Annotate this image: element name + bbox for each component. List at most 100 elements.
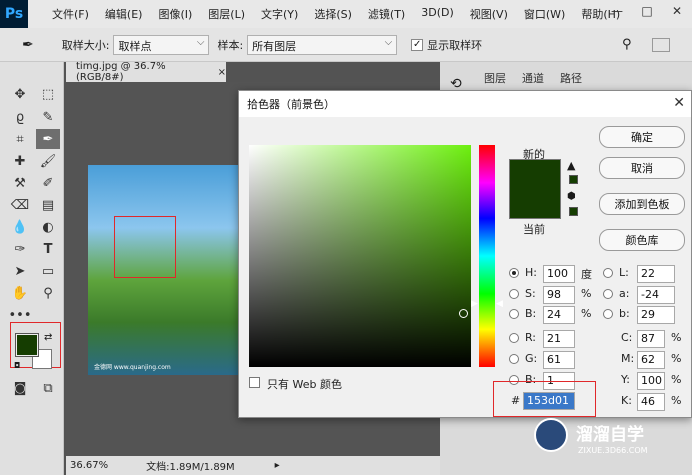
h-radio[interactable]: [509, 268, 519, 278]
zoom-level[interactable]: 36.67%: [70, 460, 108, 471]
ok-button[interactable]: 确定: [599, 126, 685, 148]
screen-mode-icon[interactable]: ⧉: [36, 378, 60, 398]
color-field[interactable]: [249, 145, 471, 367]
color-field-marker[interactable]: [459, 309, 468, 318]
web-safe-swatch[interactable]: [569, 207, 578, 216]
history-brush-tool-icon[interactable]: ✐: [36, 173, 60, 193]
c-input[interactable]: 87: [637, 330, 665, 348]
web-only-checkbox[interactable]: [249, 377, 260, 388]
gamut-swatch[interactable]: [569, 175, 578, 184]
menu-edit[interactable]: 编辑(E): [97, 6, 151, 22]
foreground-color-swatch[interactable]: [15, 333, 39, 357]
y-input[interactable]: 100: [637, 372, 665, 390]
l-label: L:: [619, 266, 629, 279]
menu-3d[interactable]: 3D(D): [413, 6, 462, 22]
b-radio[interactable]: [509, 309, 519, 319]
dodge-tool-icon[interactable]: ◐: [36, 217, 60, 237]
lab-b-radio[interactable]: [603, 309, 613, 319]
search-icon[interactable]: ⚲: [622, 37, 632, 52]
s-input[interactable]: 98: [543, 286, 575, 304]
current-color-swatch[interactable]: [509, 197, 561, 219]
zoom-tool-icon[interactable]: ⚲: [36, 283, 60, 303]
window-controls: — □ ✕: [602, 0, 692, 22]
a-input[interactable]: -24: [637, 286, 675, 304]
m-unit: %: [671, 352, 682, 365]
maximize-button[interactable]: □: [632, 0, 662, 22]
r-radio[interactable]: [509, 333, 519, 343]
h-unit: 度: [581, 268, 592, 281]
marquee-tool-icon[interactable]: ⬚: [36, 84, 60, 104]
close-tab-icon[interactable]: ×: [218, 67, 226, 78]
r-input[interactable]: 21: [543, 330, 575, 348]
show-ring-checkbox[interactable]: ✓: [411, 38, 424, 51]
stamp-tool-icon[interactable]: ⚒: [8, 173, 32, 193]
close-window-button[interactable]: ✕: [662, 0, 692, 22]
watermark-title: 溜溜自学: [576, 425, 644, 445]
m-input[interactable]: 62: [637, 351, 665, 369]
tab-paths[interactable]: 路径: [560, 70, 582, 86]
b-unit: %: [581, 307, 592, 320]
eraser-tool-icon[interactable]: ⌫: [8, 195, 32, 215]
sample-size-label: 取样大小:: [61, 38, 110, 52]
path-select-tool-icon[interactable]: ➤: [8, 261, 32, 281]
status-arrow-icon[interactable]: ▸: [275, 460, 280, 471]
new-color-swatch: [509, 159, 561, 197]
eyedropper-tool-icon[interactable]: ✒: [36, 129, 60, 149]
h-input[interactable]: 100: [543, 265, 575, 283]
cancel-button[interactable]: 取消: [599, 157, 685, 179]
lab-b-input[interactable]: 29: [637, 306, 675, 324]
quick-mask-icon[interactable]: ◙: [8, 378, 32, 398]
move-tool-icon[interactable]: ✥: [8, 84, 32, 104]
c-label: C:: [621, 331, 633, 344]
gamut-warning-icon[interactable]: ▲: [567, 159, 575, 172]
tab-channels[interactable]: 通道: [522, 70, 544, 86]
k-input[interactable]: 46: [637, 393, 665, 411]
shape-tool-icon[interactable]: ▭: [36, 261, 60, 281]
sample-size-select[interactable]: 取样点: [113, 34, 210, 55]
brush-tool-icon[interactable]: 🖌: [36, 151, 60, 171]
eyedropper-icon[interactable]: ✒: [22, 37, 34, 53]
menu-select[interactable]: 选择(S): [306, 6, 360, 22]
menu-image[interactable]: 图像(I): [150, 6, 200, 22]
quick-select-tool-icon[interactable]: ✎: [36, 107, 60, 127]
color-libraries-button[interactable]: 颜色库: [599, 229, 685, 251]
l-input[interactable]: 22: [637, 265, 675, 283]
add-to-swatches-button[interactable]: 添加到色板: [599, 193, 685, 215]
pen-tool-icon[interactable]: ✑: [8, 239, 32, 259]
menu-file[interactable]: 文件(F): [44, 6, 97, 22]
b-input[interactable]: 24: [543, 306, 575, 324]
menu-type[interactable]: 文字(Y): [253, 6, 306, 22]
healing-tool-icon[interactable]: ✚: [8, 151, 32, 171]
blur-tool-icon[interactable]: 💧: [8, 217, 32, 237]
l-radio[interactable]: [603, 268, 613, 278]
hue-slider-right-arrow[interactable]: ◀: [496, 299, 503, 309]
menu-view[interactable]: 视图(V): [462, 6, 516, 22]
menu-layer[interactable]: 图层(L): [200, 6, 253, 22]
options-bar: ✒ 取样大小: 取样点 样本: 所有图层 ✓ 显示取样环 ⚲: [0, 28, 692, 62]
crop-tool-icon[interactable]: ⌗: [8, 129, 32, 149]
g-input[interactable]: 61: [543, 351, 575, 369]
tab-layers[interactable]: 图层: [484, 70, 506, 86]
minimize-button[interactable]: —: [602, 0, 632, 22]
lasso-tool-icon[interactable]: ϱ: [8, 107, 32, 127]
default-colors-icon[interactable]: ◘: [14, 361, 20, 370]
close-icon[interactable]: ✕: [673, 95, 685, 111]
hue-slider-left-arrow[interactable]: ▶: [471, 299, 478, 309]
gradient-tool-icon[interactable]: ▤: [36, 195, 60, 215]
hue-slider[interactable]: [479, 145, 495, 367]
type-tool-icon[interactable]: T: [36, 239, 60, 259]
web-safe-icon[interactable]: ⬢: [567, 191, 576, 202]
menu-filter[interactable]: 滤镜(T): [360, 6, 413, 22]
sample-area-highlight: [114, 216, 176, 278]
swap-colors-icon[interactable]: ⇄: [44, 332, 52, 343]
a-radio[interactable]: [603, 289, 613, 299]
menu-window[interactable]: 窗口(W): [516, 6, 573, 22]
workspace-icon[interactable]: [652, 37, 670, 52]
g-radio[interactable]: [509, 354, 519, 364]
hand-tool-icon[interactable]: ✋: [8, 283, 32, 303]
h-label: H:: [525, 266, 537, 279]
document-tab[interactable]: timg.jpg @ 36.7%(RGB/8#) ×: [66, 61, 226, 83]
s-radio[interactable]: [509, 289, 519, 299]
photoshop-logo: Ps: [0, 0, 28, 28]
sample-select[interactable]: 所有图层: [247, 34, 398, 55]
